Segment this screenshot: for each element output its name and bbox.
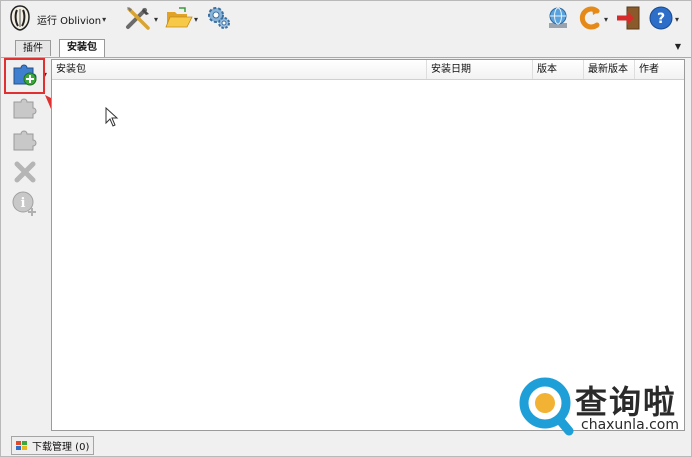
chevron-down-icon[interactable]: ▾	[154, 15, 158, 24]
svg-text:?: ?	[657, 11, 665, 27]
column-header-author[interactable]: 作者	[635, 60, 684, 79]
delete-button[interactable]	[10, 159, 40, 187]
exit-icon	[615, 5, 641, 34]
run-label: 运行 Oblivion	[37, 16, 102, 27]
settings-gears-icon	[205, 5, 233, 34]
download-manager-icon	[16, 440, 28, 451]
download-manager-button[interactable]: 下载管理 (0)	[11, 436, 95, 455]
network-globe-icon	[545, 5, 571, 34]
package-button[interactable]	[10, 95, 40, 123]
oblivion-logo-icon	[9, 5, 31, 34]
open-folder-icon	[165, 6, 193, 33]
tab-menu-icon[interactable]: ▼	[675, 42, 681, 51]
help-button[interactable]: ? ▾	[648, 6, 679, 33]
network-button[interactable]	[545, 6, 571, 33]
package-remove-button[interactable]	[10, 127, 40, 155]
app-window: 运行 Oblivion ▾ ▾ ▾ ▾ ? ▾ 插件 安装包 ▼ ▾ i 安装包…	[0, 0, 692, 457]
watermark-url: chaxunla.com	[581, 417, 679, 433]
tools-icon	[125, 5, 153, 34]
delete-icon	[13, 160, 37, 187]
magnifier-logo-icon	[519, 377, 574, 436]
column-header-package[interactable]: 安装包	[52, 60, 427, 79]
tab-plugins[interactable]: 插件	[15, 40, 51, 56]
column-label: 作者	[639, 64, 659, 75]
package-remove-icon	[11, 127, 39, 156]
column-label: 版本	[537, 64, 557, 75]
info-button[interactable]: i	[10, 191, 40, 219]
tab-label: 安装包	[67, 42, 97, 53]
mouse-cursor-icon	[105, 107, 119, 127]
tools-button[interactable]: ▾	[125, 6, 158, 33]
refresh-icon	[577, 5, 603, 34]
table-header: 安装包 安装日期 版本 最新版本 作者	[52, 60, 684, 80]
column-label: 安装包	[56, 64, 86, 75]
help-icon: ?	[648, 5, 674, 34]
tab-label: 插件	[23, 43, 43, 54]
watermark-logo: 查询啦 chaxunla.com	[513, 373, 691, 439]
package-icon	[11, 95, 39, 124]
exit-button[interactable]	[615, 6, 641, 33]
toolbar: 运行 Oblivion ▾ ▾ ▾ ▾ ? ▾	[5, 4, 689, 35]
svg-text:i: i	[21, 196, 26, 211]
open-folder-button[interactable]: ▾	[165, 6, 198, 33]
column-header-version[interactable]: 版本	[533, 60, 584, 79]
download-manager-label: 下载管理 (0)	[32, 442, 90, 453]
chevron-down-icon[interactable]: ▾	[194, 15, 198, 24]
tab-packages[interactable]: 安装包	[59, 39, 105, 57]
column-header-latest-version[interactable]: 最新版本	[584, 60, 635, 79]
tab-bar: 插件 安装包 ▼	[1, 37, 691, 58]
refresh-button[interactable]: ▾	[577, 6, 608, 33]
run-oblivion-button[interactable]: 运行 Oblivion ▾	[9, 5, 106, 34]
info-icon: i	[11, 190, 39, 221]
column-header-install-date[interactable]: 安装日期	[427, 60, 533, 79]
chevron-down-icon[interactable]: ▾	[102, 15, 106, 24]
column-label: 最新版本	[588, 64, 628, 75]
chevron-down-icon[interactable]: ▾	[604, 15, 608, 24]
column-label: 安装日期	[431, 64, 471, 75]
settings-button[interactable]	[205, 6, 233, 33]
chevron-down-icon[interactable]: ▾	[675, 15, 679, 24]
